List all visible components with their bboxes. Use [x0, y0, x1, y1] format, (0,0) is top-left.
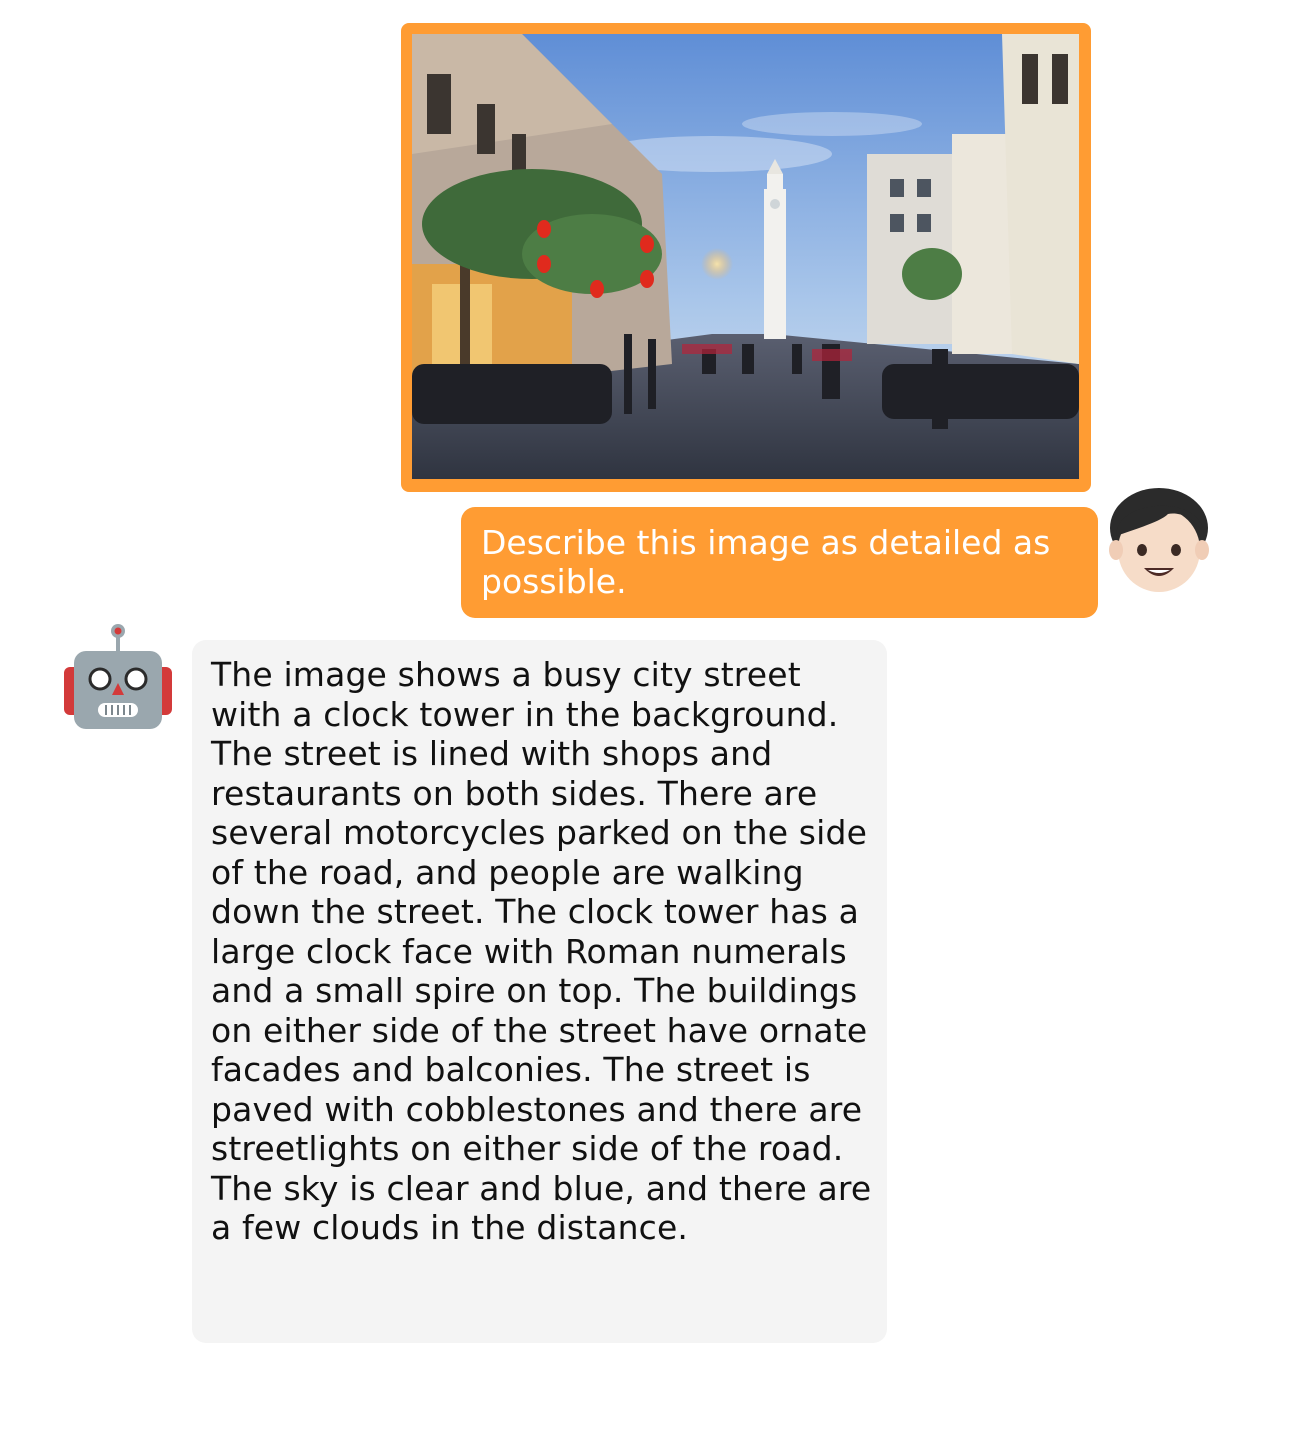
user-message-text: Describe this image as detailed as possi…	[481, 523, 1051, 601]
assistant-message-bubble: The image shows a busy city street with …	[192, 640, 887, 1343]
assistant-message-text: The image shows a busy city street with …	[211, 655, 872, 1247]
street-scene-image	[412, 34, 1079, 479]
boy-face-icon	[1108, 488, 1210, 594]
user-image-message[interactable]	[401, 23, 1091, 492]
user-message-bubble: Describe this image as detailed as possi…	[461, 507, 1098, 618]
robot-face-icon	[64, 623, 172, 731]
street-photo[interactable]	[412, 34, 1079, 479]
